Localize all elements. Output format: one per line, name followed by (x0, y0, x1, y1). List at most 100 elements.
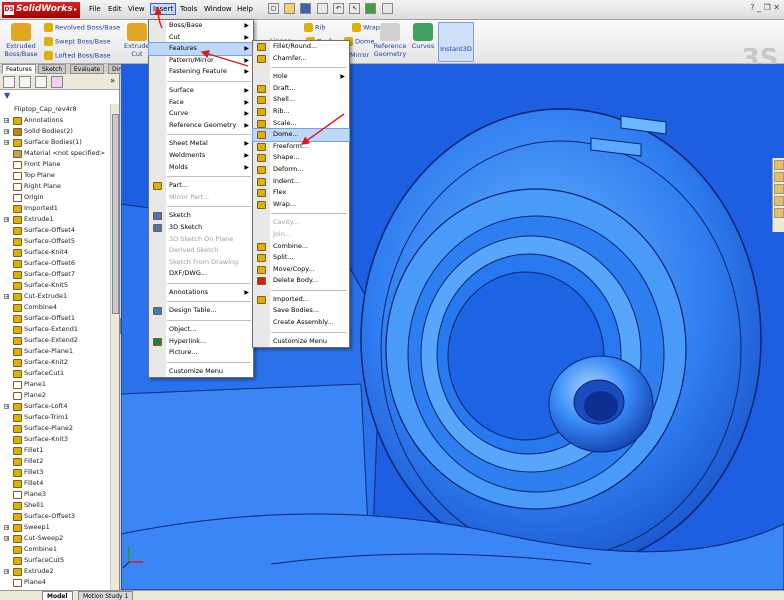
menu-item-weldments[interactable]: Weldments ▶ (149, 150, 253, 162)
tree-item[interactable]: Plane4 (0, 577, 110, 588)
menu-item-curve[interactable]: Curve ▶ (149, 108, 253, 120)
submenu-item-deform[interactable]: Deform... (253, 164, 349, 176)
menu-item-molds[interactable]: Molds ▶ (149, 162, 253, 174)
tree-item[interactable]: SurfaceCut5 (0, 555, 110, 566)
menu-help[interactable]: Help (237, 5, 253, 13)
save-icon[interactable] (300, 3, 312, 14)
open-folder-icon[interactable] (284, 3, 296, 14)
select-icon[interactable]: ↖ (349, 3, 361, 14)
expand-toggle-icon[interactable]: + (4, 140, 9, 146)
tree-item[interactable]: + Cut-Sweep2 (0, 533, 110, 544)
submenu-item-freeform[interactable]: Freeform... (253, 141, 349, 153)
menu-insert[interactable]: Insert (150, 3, 177, 15)
tree-item[interactable]: Plane3 (0, 489, 110, 500)
tree-root-part[interactable]: Fliptop_Cap_rev4r8 (0, 104, 110, 115)
menu-file[interactable]: File (89, 5, 101, 13)
submenu-item-wrap[interactable]: Wrap... (253, 199, 349, 211)
property-manager-icon[interactable] (19, 76, 31, 88)
menu-item-object[interactable]: Object... (149, 324, 253, 336)
revolved-boss-button[interactable]: Revolved Boss/Base (44, 23, 120, 32)
submenu-item-split[interactable]: Split... (253, 252, 349, 264)
menu-item-face[interactable]: Face ▶ (149, 97, 253, 109)
panel-expand-icon[interactable]: » (110, 76, 115, 85)
tree-item[interactable]: + Extrude1 (0, 214, 110, 225)
tree-item[interactable]: Surface-Knit5 (0, 280, 110, 291)
tree-item[interactable]: Surface-Knit2 (0, 357, 110, 368)
tree-item[interactable]: SurfaceCut1 (0, 368, 110, 379)
menu-item-hyperlink[interactable]: Hyperlink... (149, 336, 253, 348)
tree-item[interactable]: Surface-Extend1 (0, 324, 110, 335)
submenu-item-indent[interactable]: Indent... (253, 176, 349, 188)
menu-item-cut[interactable]: Cut ▶ (149, 32, 253, 44)
menu-view[interactable]: View (128, 5, 145, 13)
resources-icon[interactable] (774, 160, 784, 170)
tree-item[interactable]: Fillet4 (0, 478, 110, 489)
tree-item[interactable]: Surface-Knit3 (0, 434, 110, 445)
rib-button[interactable]: Rib (304, 23, 325, 32)
minimize-icon[interactable]: _ (757, 3, 761, 12)
tree-item[interactable]: Front Plane (0, 159, 110, 170)
tab-model[interactable]: Model (42, 591, 73, 600)
feature-manager-icon[interactable] (3, 76, 15, 88)
expand-toggle-icon[interactable]: + (4, 569, 9, 575)
rebuild-icon[interactable] (365, 3, 377, 14)
close-icon[interactable]: ✕ (773, 3, 780, 12)
tree-item[interactable]: Imported1 (0, 203, 110, 214)
mirror-button[interactable]: Mirror (350, 51, 369, 59)
expand-toggle-icon[interactable]: + (4, 525, 9, 531)
extruded-cut-button[interactable]: Extruded Cut (124, 23, 150, 58)
tree-item[interactable]: Surface-Offset1 (0, 313, 110, 324)
submenu-item-scale[interactable]: Scale... (253, 118, 349, 130)
tree-item[interactable]: Fillet1 (0, 445, 110, 456)
tree-item[interactable]: Plane2 (0, 390, 110, 401)
tree-item[interactable]: + Solid Bodies(2) (0, 126, 110, 137)
tab-evaluate[interactable]: Evaluate (70, 64, 105, 74)
undo-icon[interactable]: ↶ (332, 3, 344, 14)
menu-tools[interactable]: Tools (180, 5, 197, 13)
menu-item-boss-base[interactable]: Boss/Base ▶ (149, 20, 253, 32)
submenu-item-flex[interactable]: Flex (253, 187, 349, 199)
submenu-item-dome[interactable]: Dome... (252, 128, 350, 142)
tree-item[interactable]: + Annotations (0, 115, 110, 126)
tree-filter[interactable]: ▼ (0, 90, 119, 100)
file-explorer-icon[interactable] (774, 184, 784, 194)
instant3d-button[interactable]: Instant3D (438, 22, 474, 62)
design-library-icon[interactable] (774, 172, 784, 182)
tree-item[interactable]: Material <not specified> (0, 148, 110, 159)
menu-item-sheet-metal[interactable]: Sheet Metal ▶ (149, 138, 253, 150)
menu-item-3d-sketch[interactable]: 3D Sketch (149, 222, 253, 234)
menu-item-fastening-feature[interactable]: Fastening Feature ▶ (149, 66, 253, 78)
expand-arrow-icon[interactable]: ▸ (74, 6, 77, 13)
submenu-item-imported[interactable]: Imported... (253, 294, 349, 306)
tree-item[interactable]: Plane1 (0, 379, 110, 390)
menu-edit[interactable]: Edit (108, 5, 122, 13)
tree-item[interactable]: Surface-Plane2 (0, 423, 110, 434)
tab-motion-study[interactable]: Motion Study 1 (78, 591, 134, 600)
tree-item[interactable]: Right Plane (0, 181, 110, 192)
options-icon[interactable] (381, 3, 393, 14)
tab-sketch[interactable]: Sketch (38, 64, 67, 74)
tree-item[interactable]: + Cut-Extrude1 (0, 291, 110, 302)
submenu-item-save-bodies[interactable]: Save Bodies... (253, 305, 349, 317)
submenu-item-delete-body[interactable]: Delete Body... (253, 275, 349, 287)
scrollbar-thumb[interactable] (112, 114, 119, 314)
view-palette-icon[interactable] (774, 196, 784, 206)
menu-item-customize-menu[interactable]: Customize Menu (149, 366, 253, 378)
tree-item[interactable]: Surface-Offset3 (0, 511, 110, 522)
menu-item-design-table[interactable]: Design Table... (149, 305, 253, 317)
menu-item-pattern-mirror[interactable]: Pattern/Mirror ▶ (149, 55, 253, 67)
tree-item[interactable]: + Surface Bodies(1) (0, 137, 110, 148)
tree-item[interactable]: Surface-Extend2 (0, 335, 110, 346)
tree-item[interactable]: Surface-Knit4 (0, 247, 110, 258)
menu-window[interactable]: Window (204, 5, 232, 13)
tree-item[interactable]: Top Plane (0, 170, 110, 181)
expand-toggle-icon[interactable]: + (4, 118, 9, 124)
expand-toggle-icon[interactable]: + (4, 129, 9, 135)
expand-toggle-icon[interactable]: + (4, 536, 9, 542)
menu-item-surface[interactable]: Surface ▶ (149, 85, 253, 97)
solidworks-logo[interactable]: DS SolidWorks ▸ (2, 2, 80, 18)
submenu-item-hole[interactable]: Hole ▶ (253, 71, 349, 83)
submenu-item-chamfer[interactable]: Chamfer... (253, 53, 349, 65)
expand-toggle-icon[interactable]: + (4, 294, 9, 300)
swept-boss-button[interactable]: Swept Boss/Base (44, 37, 110, 46)
